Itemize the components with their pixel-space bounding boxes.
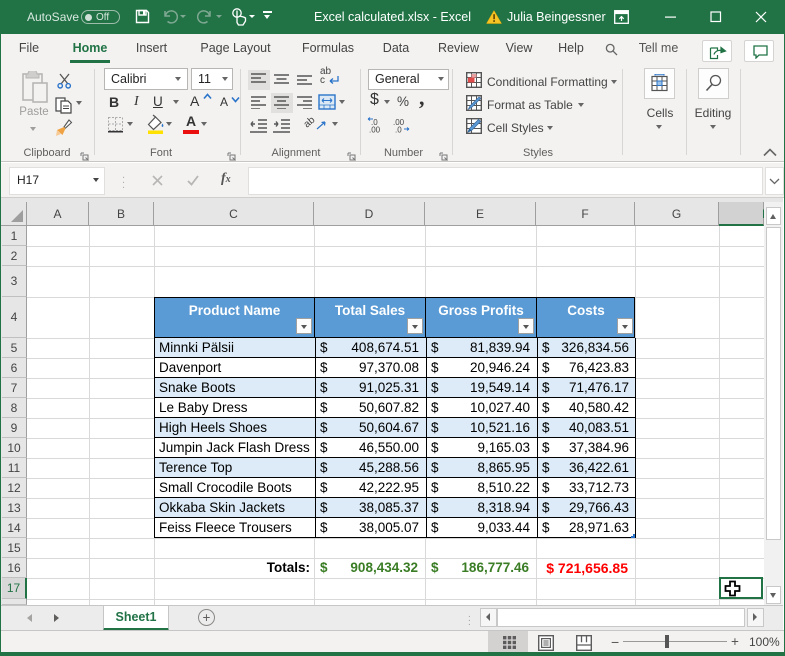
svg-text:.00: .00 <box>369 126 381 134</box>
svg-text:.0: .0 <box>395 126 402 134</box>
